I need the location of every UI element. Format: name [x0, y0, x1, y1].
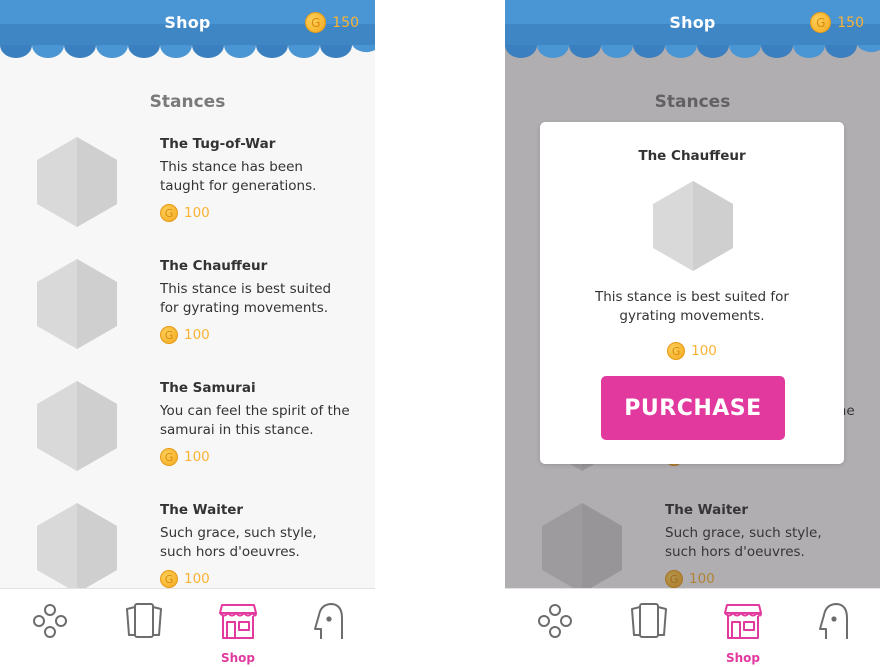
dialog-price: G 100 [540, 342, 844, 360]
cards-icon [631, 603, 667, 638]
shop-screen-purchase-dialog: Shop G 150 Stances The Samurai You can f… [505, 0, 880, 667]
stance-hexagon-icon [37, 503, 117, 593]
coin-icon: G [305, 12, 327, 33]
stance-hexagon-icon [37, 381, 117, 471]
nav-cards[interactable] [114, 599, 174, 659]
header: Shop G 150 [505, 0, 880, 58]
profile-icon [819, 603, 848, 639]
stance-name: The Waiter [160, 502, 244, 518]
bottom-nav: Shop [0, 588, 375, 667]
shop-screen: Shop G 150 Stances The Tug-of-War This s… [0, 0, 375, 667]
stance-description: Such grace, such style, such hors d'oeuv… [160, 525, 317, 560]
section-title: Stances [149, 92, 226, 112]
stance-description: This stance is best suited for gyrating … [160, 281, 332, 316]
coin-balance-value: 150 [837, 14, 864, 31]
nav-profile[interactable] [297, 599, 357, 659]
price-value: 100 [184, 205, 210, 221]
shop-icon [219, 604, 257, 639]
coin-icon: G [160, 448, 178, 466]
stance-name: The Chauffeur [160, 258, 268, 274]
stance-description: This stance has been taught for generati… [160, 159, 317, 194]
coin-balance-value: 150 [332, 14, 359, 31]
stance-hexagon-icon [653, 181, 733, 271]
nav-profile[interactable] [802, 599, 862, 659]
nav-cards[interactable] [619, 599, 679, 659]
purchase-button[interactable]: PURCHASE [601, 376, 785, 440]
stance-hexagon-icon [37, 259, 117, 349]
coin-icon: G [160, 570, 178, 588]
dialog-description: This stance is best suited for gyrating … [595, 289, 789, 324]
nav-shop-label: Shop [220, 651, 256, 665]
nav-shop-label: Shop [725, 651, 761, 665]
bottom-nav: Shop [505, 588, 880, 667]
stance-name: The Tug-of-War [160, 136, 276, 152]
price-value: 100 [184, 449, 210, 465]
stance-price: G 100 [160, 570, 210, 588]
stance-name: The Samurai [160, 380, 256, 396]
price-value: 100 [184, 571, 210, 587]
coin-balance: G 150 [305, 12, 359, 33]
coin-balance: G 150 [810, 12, 864, 33]
nav-shop[interactable]: Shop [713, 599, 773, 665]
purchase-dialog: The Chauffeur This stance is best suited… [540, 122, 844, 464]
coin-icon: G [667, 342, 686, 360]
stance-description: You can feel the spirit of the samurai i… [160, 403, 350, 438]
price-value: 100 [184, 327, 210, 343]
stance-price: G 100 [160, 204, 210, 222]
coin-icon: G [160, 204, 178, 222]
cards-icon [126, 603, 162, 638]
nav-play[interactable] [20, 599, 80, 659]
stance-price: G 100 [160, 448, 210, 466]
price-value: 100 [691, 343, 717, 359]
gamepad-icon [33, 604, 67, 638]
dialog-title: The Chauffeur [638, 148, 746, 164]
gamepad-icon [538, 604, 572, 638]
stance-price: G 100 [160, 326, 210, 344]
nav-play[interactable] [525, 599, 585, 659]
shop-icon [724, 604, 762, 639]
stance-item[interactable]: The Chauffeur This stance is best suited… [0, 258, 375, 368]
coin-icon: G [810, 12, 832, 33]
nav-shop[interactable]: Shop [208, 599, 268, 665]
stance-item[interactable]: The Samurai You can feel the spirit of t… [0, 380, 375, 490]
profile-icon [314, 603, 343, 639]
stance-item[interactable]: The Tug-of-War This stance has been taug… [0, 136, 375, 246]
stance-hexagon-icon [37, 137, 117, 227]
coin-icon: G [160, 326, 178, 344]
header: Shop G 150 [0, 0, 375, 58]
